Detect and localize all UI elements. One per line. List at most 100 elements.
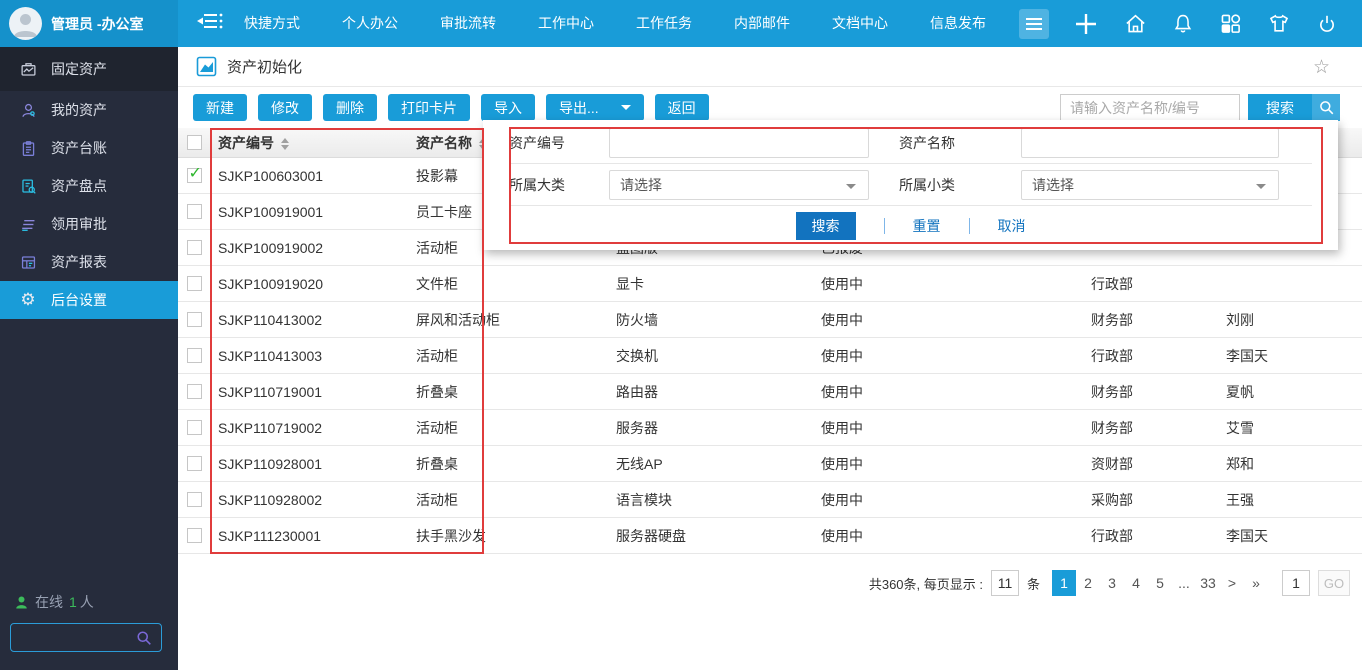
- collapse-menu-icon[interactable]: [195, 10, 223, 37]
- toolbar-button[interactable]: 导入: [481, 94, 535, 121]
- cell-user: 李国天: [1218, 346, 1362, 366]
- cell-status: 使用中: [813, 454, 1083, 474]
- table-row[interactable]: ✓ SJKP110928001 折叠桌 无线AP 使用中 资财部 郑和: [178, 446, 1362, 482]
- cell-asset-code: SJKP110928002: [210, 492, 408, 508]
- requisition-approval-icon: [18, 216, 38, 233]
- cell-asset-code: SJKP100603001: [210, 168, 408, 184]
- hamburger-menu-button[interactable]: [1019, 9, 1049, 39]
- sidebar-item-label: 固定资产: [51, 59, 107, 79]
- page-button[interactable]: 33: [1196, 570, 1220, 596]
- table-row[interactable]: ✓ SJKP111230001 扶手黑沙发 服务器硬盘 使用中 行政部 李国天: [178, 518, 1362, 554]
- home-icon[interactable]: [1124, 12, 1147, 35]
- table-row[interactable]: ✓ SJKP110719001 折叠桌 路由器 使用中 财务部 夏帆: [178, 374, 1362, 410]
- page-button[interactable]: 2: [1076, 570, 1100, 596]
- row-checkbox[interactable]: ✓: [187, 276, 202, 291]
- top-menu-item[interactable]: 审批流转: [419, 0, 517, 47]
- toolbar-button[interactable]: 修改: [258, 94, 312, 121]
- go-button[interactable]: GO: [1318, 570, 1350, 596]
- avatar[interactable]: [9, 7, 42, 40]
- filter-cancel-link[interactable]: 取消: [998, 216, 1026, 236]
- table-row[interactable]: ✓ SJKP110413002 屏风和活动柜 防火墙 使用中 财务部 刘刚: [178, 302, 1362, 338]
- row-checkbox[interactable]: ✓: [187, 204, 202, 219]
- quick-search-button[interactable]: 搜索: [1248, 94, 1312, 121]
- cell-asset-name: 折叠桌: [408, 382, 608, 402]
- row-checkbox[interactable]: ✓: [187, 384, 202, 399]
- filter-asset-name-input[interactable]: [1021, 128, 1279, 158]
- page-size-unit: 条: [1027, 574, 1040, 593]
- page-button[interactable]: 4: [1124, 570, 1148, 596]
- toolbar-button[interactable]: 新建: [193, 94, 247, 121]
- row-checkbox[interactable]: ✓: [187, 312, 202, 327]
- quick-search-input[interactable]: [1060, 94, 1240, 121]
- pagination: 共360条, 每页显示 : 条 1 2 3 4 5 ... 33 > »: [869, 570, 1350, 596]
- page-button[interactable]: >: [1220, 570, 1244, 596]
- cell-department: 财务部: [1083, 310, 1218, 330]
- apps-grid-icon[interactable]: [1219, 12, 1242, 35]
- sidebar-item-my-assets[interactable]: 我的资产: [0, 91, 178, 129]
- column-header-asset-code[interactable]: 资产编号: [210, 133, 408, 153]
- page-title: 资产初始化: [227, 56, 302, 77]
- top-menu-item[interactable]: 内部邮件: [713, 0, 811, 47]
- filter-reset-link[interactable]: 重置: [913, 216, 941, 236]
- row-checkbox[interactable]: ✓: [187, 420, 202, 435]
- sidebar-item-requisition-approval[interactable]: 领用审批: [0, 205, 178, 243]
- cell-asset-name: 活动柜: [408, 418, 608, 438]
- row-checkbox[interactable]: ✓: [187, 528, 202, 543]
- filter-subcategory-select[interactable]: 请选择: [1021, 170, 1279, 200]
- cell-user: 李国天: [1218, 526, 1362, 546]
- sidebar-item-asset-ledger[interactable]: 资产台账: [0, 129, 178, 167]
- favorite-star-icon[interactable]: ☆: [1313, 56, 1330, 79]
- top-menu-item[interactable]: 工作任务: [615, 0, 713, 47]
- toolbar-button[interactable]: 导出...: [546, 94, 644, 121]
- top-menu-item[interactable]: 文档中心: [811, 0, 909, 47]
- quick-search-magnifier-button[interactable]: [1312, 94, 1340, 121]
- page-size-input[interactable]: [991, 570, 1019, 596]
- sidebar-item-label: 资产盘点: [51, 176, 107, 196]
- top-menu-item[interactable]: 信息发布: [909, 0, 1007, 47]
- top-menu-item[interactable]: 工作中心: [517, 0, 615, 47]
- sort-icon[interactable]: [281, 138, 289, 150]
- user-area[interactable]: 管理员 -办公室: [0, 0, 178, 47]
- filter-asset-code-input[interactable]: [609, 128, 869, 158]
- cell-department: 行政部: [1083, 346, 1218, 366]
- sidebar-item-asset-inventory[interactable]: 资产盘点: [0, 167, 178, 205]
- row-checkbox[interactable]: ✓: [187, 456, 202, 471]
- table-row[interactable]: ✓ SJKP100919020 文件柜 显卡 使用中 行政部: [178, 266, 1362, 302]
- sidebar-item-asset-reports[interactable]: 资产报表: [0, 243, 178, 281]
- add-icon[interactable]: [1073, 11, 1099, 37]
- row-checkbox[interactable]: ✓: [187, 240, 202, 255]
- row-checkbox[interactable]: ✓: [187, 348, 202, 363]
- row-checkbox[interactable]: ✓: [187, 492, 202, 507]
- table-row[interactable]: ✓ SJKP110719002 活动柜 服务器 使用中 财务部 艾雪: [178, 410, 1362, 446]
- cell-asset-code: SJKP110413002: [210, 312, 408, 328]
- cell-user: 王强: [1218, 490, 1362, 510]
- sidebar-item-fixed-assets[interactable]: 固定资产: [0, 47, 178, 91]
- table-row[interactable]: ✓ SJKP110928002 活动柜 语言模块 使用中 采购部 王强: [178, 482, 1362, 518]
- page-button[interactable]: 1: [1052, 570, 1076, 596]
- toolbar-button[interactable]: 打印卡片: [388, 94, 470, 121]
- goto-page-input[interactable]: [1282, 570, 1310, 596]
- top-menu-item[interactable]: 快捷方式: [223, 0, 321, 47]
- sidebar-item-backend-settings[interactable]: ⚙ 后台设置: [0, 281, 178, 319]
- sidebar-search-icon[interactable]: [135, 629, 153, 647]
- cell-department: 财务部: [1083, 382, 1218, 402]
- toolbar-button[interactable]: 返回: [655, 94, 709, 121]
- bell-icon[interactable]: [1172, 12, 1194, 35]
- row-checkbox[interactable]: ✓: [187, 168, 202, 183]
- toolbar-button[interactable]: 删除: [323, 94, 377, 121]
- filter-category-select[interactable]: 请选择: [609, 170, 869, 200]
- sidebar: 固定资产 我的资产 资产台账 资产盘点 领用审批 资产报表 ⚙ 后台设置: [0, 47, 178, 670]
- top-menu-item[interactable]: 个人办公: [321, 0, 419, 47]
- power-icon[interactable]: [1316, 12, 1338, 35]
- select-all-checkbox[interactable]: ✓: [187, 135, 202, 150]
- page-button[interactable]: 3: [1100, 570, 1124, 596]
- asset-reports-icon: [18, 254, 38, 271]
- sidebar-item-label: 资产台账: [51, 138, 107, 158]
- page-button[interactable]: 5: [1148, 570, 1172, 596]
- theme-shirt-icon[interactable]: [1267, 12, 1291, 35]
- table-row[interactable]: ✓ SJKP110413003 活动柜 交换机 使用中 行政部 李国天: [178, 338, 1362, 374]
- page-button[interactable]: »: [1244, 570, 1268, 596]
- filter-search-button[interactable]: 搜索: [796, 212, 856, 240]
- sidebar-search-input[interactable]: [11, 630, 135, 645]
- page-button[interactable]: ...: [1172, 570, 1196, 596]
